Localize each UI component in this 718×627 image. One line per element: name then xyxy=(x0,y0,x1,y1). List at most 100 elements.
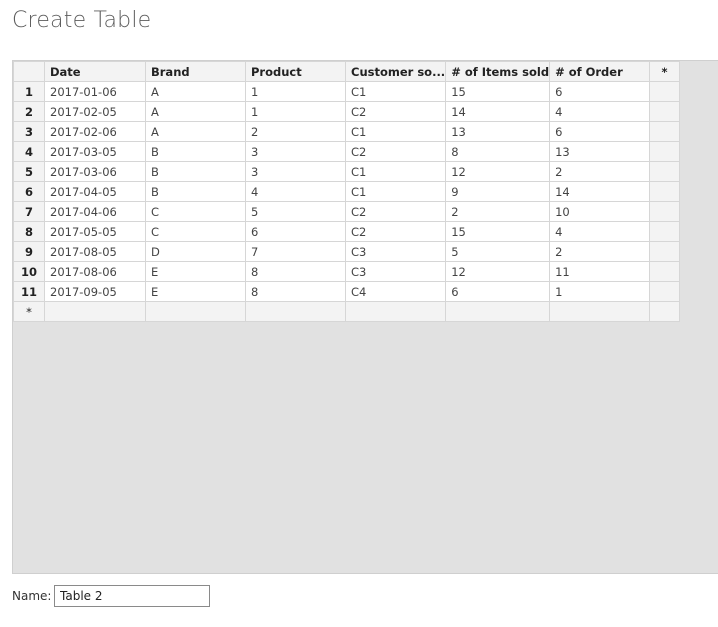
table-cell[interactable]: C4 xyxy=(344,281,447,302)
column-header-brand[interactable]: Brand xyxy=(145,61,246,82)
table-cell[interactable]: E xyxy=(145,281,246,302)
table-cell[interactable]: 8 xyxy=(245,281,346,302)
table-cell[interactable]: C2 xyxy=(344,141,447,162)
table-cell[interactable]: C3 xyxy=(344,241,447,262)
table-cell[interactable]: 8 xyxy=(245,261,346,282)
table-cell[interactable]: 2 xyxy=(445,201,551,222)
new-row-cell[interactable] xyxy=(445,301,551,322)
column-header-date[interactable]: Date xyxy=(44,61,146,82)
table-cell[interactable]: 3 xyxy=(245,141,346,162)
row-number[interactable]: 10 xyxy=(13,261,45,282)
table-cell[interactable]: 2 xyxy=(549,161,651,182)
table-cell[interactable]: 4 xyxy=(245,181,346,202)
table-cell[interactable]: B xyxy=(145,141,246,162)
row-number[interactable]: 9 xyxy=(13,241,45,262)
table-cell[interactable]: 2017-04-05 xyxy=(44,181,146,202)
table-cell[interactable]: C2 xyxy=(344,221,447,242)
table-cell[interactable]: 2017-09-05 xyxy=(44,281,146,302)
table-cell[interactable]: B xyxy=(145,181,246,202)
table-cell[interactable]: 2017-04-06 xyxy=(44,201,146,222)
row-number[interactable]: 3 xyxy=(13,121,45,142)
column-header-orders[interactable]: # of Order xyxy=(549,61,651,82)
table-cell[interactable]: C1 xyxy=(344,81,447,102)
add-column-cell xyxy=(649,121,681,142)
table-cell[interactable]: 12 xyxy=(445,261,551,282)
table-cell[interactable]: C2 xyxy=(344,101,447,122)
table-cell[interactable]: 1 xyxy=(245,81,346,102)
new-row-cell[interactable] xyxy=(549,301,651,322)
table-cell[interactable]: A xyxy=(145,121,246,142)
table-cell[interactable]: C xyxy=(145,221,246,242)
new-row-cell[interactable] xyxy=(344,301,447,322)
table-cell[interactable]: 11 xyxy=(549,261,651,282)
dialog-title: Create Table xyxy=(12,8,152,33)
new-row-cell[interactable] xyxy=(649,301,681,322)
row-number[interactable]: 1 xyxy=(13,81,45,102)
add-column-cell xyxy=(649,201,681,222)
table-cell[interactable]: 7 xyxy=(245,241,346,262)
table-row: 9 2017-08-05 D 7 C3 5 2 xyxy=(13,241,681,262)
table-cell[interactable]: 5 xyxy=(445,241,551,262)
table-cell[interactable]: 15 xyxy=(445,221,551,242)
table-cell[interactable]: C3 xyxy=(344,261,447,282)
column-header-product[interactable]: Product xyxy=(245,61,346,82)
row-number[interactable]: 4 xyxy=(13,141,45,162)
table-cell[interactable]: 2017-03-05 xyxy=(44,141,146,162)
table-cell[interactable]: 1 xyxy=(245,101,346,122)
add-row-button[interactable]: * xyxy=(13,301,45,322)
row-number[interactable]: 2 xyxy=(13,101,45,122)
table-cell[interactable]: 2 xyxy=(549,241,651,262)
table-cell[interactable]: 4 xyxy=(549,221,651,242)
table-cell[interactable]: 13 xyxy=(549,141,651,162)
table-cell[interactable]: 15 xyxy=(445,81,551,102)
table-cell[interactable]: 10 xyxy=(549,201,651,222)
new-row[interactable]: * xyxy=(13,301,681,322)
table-cell[interactable]: 14 xyxy=(549,181,651,202)
table-cell[interactable]: 9 xyxy=(445,181,551,202)
row-number[interactable]: 7 xyxy=(13,201,45,222)
table-cell[interactable]: D xyxy=(145,241,246,262)
table-cell[interactable]: 2017-08-05 xyxy=(44,241,146,262)
table-cell[interactable]: 2017-02-05 xyxy=(44,101,146,122)
add-column-button[interactable]: * xyxy=(649,61,681,82)
table-cell[interactable]: B xyxy=(145,161,246,182)
column-header-items-sold[interactable]: # of Items sold xyxy=(445,61,551,82)
table-cell[interactable]: 13 xyxy=(445,121,551,142)
table-cell[interactable]: 6 xyxy=(445,281,551,302)
table-cell[interactable]: 8 xyxy=(445,141,551,162)
table-cell[interactable]: 4 xyxy=(549,101,651,122)
table-cell[interactable]: 6 xyxy=(549,81,651,102)
row-number[interactable]: 8 xyxy=(13,221,45,242)
table-cell[interactable]: 12 xyxy=(445,161,551,182)
table-cell[interactable]: 6 xyxy=(549,121,651,142)
new-row-cell[interactable] xyxy=(44,301,146,322)
table-cell[interactable]: 6 xyxy=(245,221,346,242)
table-cell[interactable]: 5 xyxy=(245,201,346,222)
corner-cell[interactable] xyxy=(13,61,45,82)
table-cell[interactable]: 2017-05-05 xyxy=(44,221,146,242)
table-cell[interactable]: A xyxy=(145,81,246,102)
row-number[interactable]: 6 xyxy=(13,181,45,202)
table-cell[interactable]: C1 xyxy=(344,181,447,202)
table-cell[interactable]: C1 xyxy=(344,161,447,182)
table-cell[interactable]: E xyxy=(145,261,246,282)
row-number[interactable]: 11 xyxy=(13,281,45,302)
row-number[interactable]: 5 xyxy=(13,161,45,182)
name-label: Name: xyxy=(12,589,52,603)
table-cell[interactable]: A xyxy=(145,101,246,122)
new-row-cell[interactable] xyxy=(245,301,346,322)
table-cell[interactable]: 2017-02-06 xyxy=(44,121,146,142)
table-cell[interactable]: 2017-01-06 xyxy=(44,81,146,102)
table-cell[interactable]: 2017-08-06 xyxy=(44,261,146,282)
table-name-input[interactable] xyxy=(54,585,210,607)
column-header-customer[interactable]: Customer so... xyxy=(344,61,447,82)
table-cell[interactable]: C1 xyxy=(344,121,447,142)
table-cell[interactable]: 14 xyxy=(445,101,551,122)
table-cell[interactable]: 2017-03-06 xyxy=(44,161,146,182)
table-cell[interactable]: C2 xyxy=(344,201,447,222)
table-cell[interactable]: 3 xyxy=(245,161,346,182)
table-cell[interactable]: 1 xyxy=(549,281,651,302)
table-cell[interactable]: 2 xyxy=(245,121,346,142)
new-row-cell[interactable] xyxy=(145,301,246,322)
table-cell[interactable]: C xyxy=(145,201,246,222)
